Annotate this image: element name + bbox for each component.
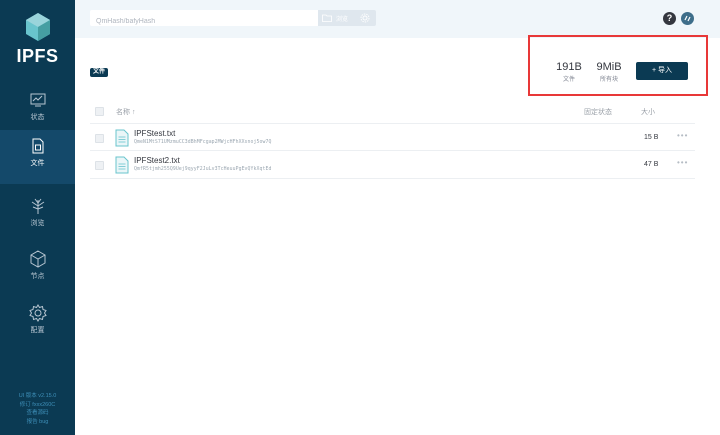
connection-icon[interactable]: [681, 12, 694, 25]
sidebar-footer: UI 版本 v2.15.0 修订 fxxx260C 查看源码 报告 bug: [0, 392, 75, 426]
files-stat-value: 191B: [556, 61, 582, 73]
file-hash: QmeN1MtS71UMzmuCC3dBhMFcgap2MWjcHFhXXsno…: [134, 140, 272, 145]
files-stat: 191B 文件: [553, 61, 585, 83]
ipfs-cube-icon: [25, 13, 50, 41]
nav-label-files: 文件: [30, 160, 45, 167]
source-code-link[interactable]: 查看源码: [0, 409, 75, 418]
row-checkbox[interactable]: [95, 161, 104, 170]
file-size: 47 B: [644, 161, 659, 168]
row-divider: [90, 150, 695, 151]
ipfs-logo[interactable]: IPFS: [0, 12, 75, 67]
blocks-stat-value: 9MiB: [596, 61, 622, 73]
breadcrumb[interactable]: 文件: [90, 68, 109, 77]
blocks-stat-label: 所有块: [599, 77, 618, 83]
row-checkbox[interactable]: [95, 134, 104, 143]
nav-item-peers[interactable]: 节点: [0, 243, 75, 297]
folder-icon: [322, 14, 332, 22]
row-divider: [90, 178, 695, 179]
settings-gear-icon: [28, 304, 47, 322]
nav-label-status: 状态: [30, 114, 45, 121]
hash-search-input[interactable]: [90, 13, 320, 30]
nav-label-settings: 配置: [30, 327, 45, 334]
column-header-size[interactable]: 大小: [641, 107, 655, 117]
file-size: 15 B: [644, 134, 659, 141]
column-header-name[interactable]: 名称 ↑: [116, 107, 135, 117]
ui-version-link[interactable]: UI 版本 v2.15.0: [0, 392, 75, 401]
files-stat-label: 文件: [562, 77, 575, 83]
file-hash: QmfR5tjmh255Q9Uej9qyyF2JuLv3TcHeuuPgEvQY…: [134, 167, 272, 172]
nav-item-explore[interactable]: 浏览: [0, 190, 75, 244]
text-file-icon: [115, 129, 129, 147]
files-icon: [32, 138, 43, 154]
header-divider: [90, 123, 695, 124]
search-box: [90, 10, 320, 30]
nav-item-settings[interactable]: 配置: [0, 297, 75, 351]
column-header-pin-status[interactable]: 固定状态: [584, 107, 612, 117]
sidebar: IPFS 状态 文件 浏览 节点 配置 UI 版本 v2.15.0 修订 fxx…: [0, 0, 75, 435]
connection-arrows-icon: [684, 15, 691, 22]
revision-link[interactable]: 修订 fxxx260C: [0, 401, 75, 410]
import-button[interactable]: + 导入: [636, 62, 688, 80]
search-actions[interactable]: 浏览: [318, 10, 376, 26]
peers-cube-icon: [30, 250, 45, 268]
more-options-icon[interactable]: •••: [677, 158, 688, 167]
logo-text: IPFS: [16, 46, 59, 66]
nav-item-files[interactable]: 文件: [0, 130, 75, 184]
blocks-stat: 9MiB 所有块: [591, 61, 627, 83]
explore-tree-icon: [31, 198, 44, 214]
help-icon[interactable]: ?: [663, 12, 676, 25]
file-name[interactable]: IPFStest2.txt: [134, 156, 180, 165]
gear-icon[interactable]: [360, 13, 370, 23]
status-monitor-icon: [30, 93, 45, 107]
nav-label-explore: 浏览: [30, 220, 45, 227]
file-name[interactable]: IPFStest.txt: [134, 129, 175, 138]
text-file-icon: [115, 156, 129, 174]
report-bug-link[interactable]: 报告 bug: [0, 418, 75, 427]
header-bar: 浏览 ?: [75, 0, 720, 38]
select-all-checkbox[interactable]: [95, 107, 104, 116]
nav-label-peers: 节点: [30, 273, 45, 280]
more-options-icon[interactable]: •••: [677, 131, 688, 140]
browse-button-label[interactable]: 浏览: [336, 14, 348, 23]
